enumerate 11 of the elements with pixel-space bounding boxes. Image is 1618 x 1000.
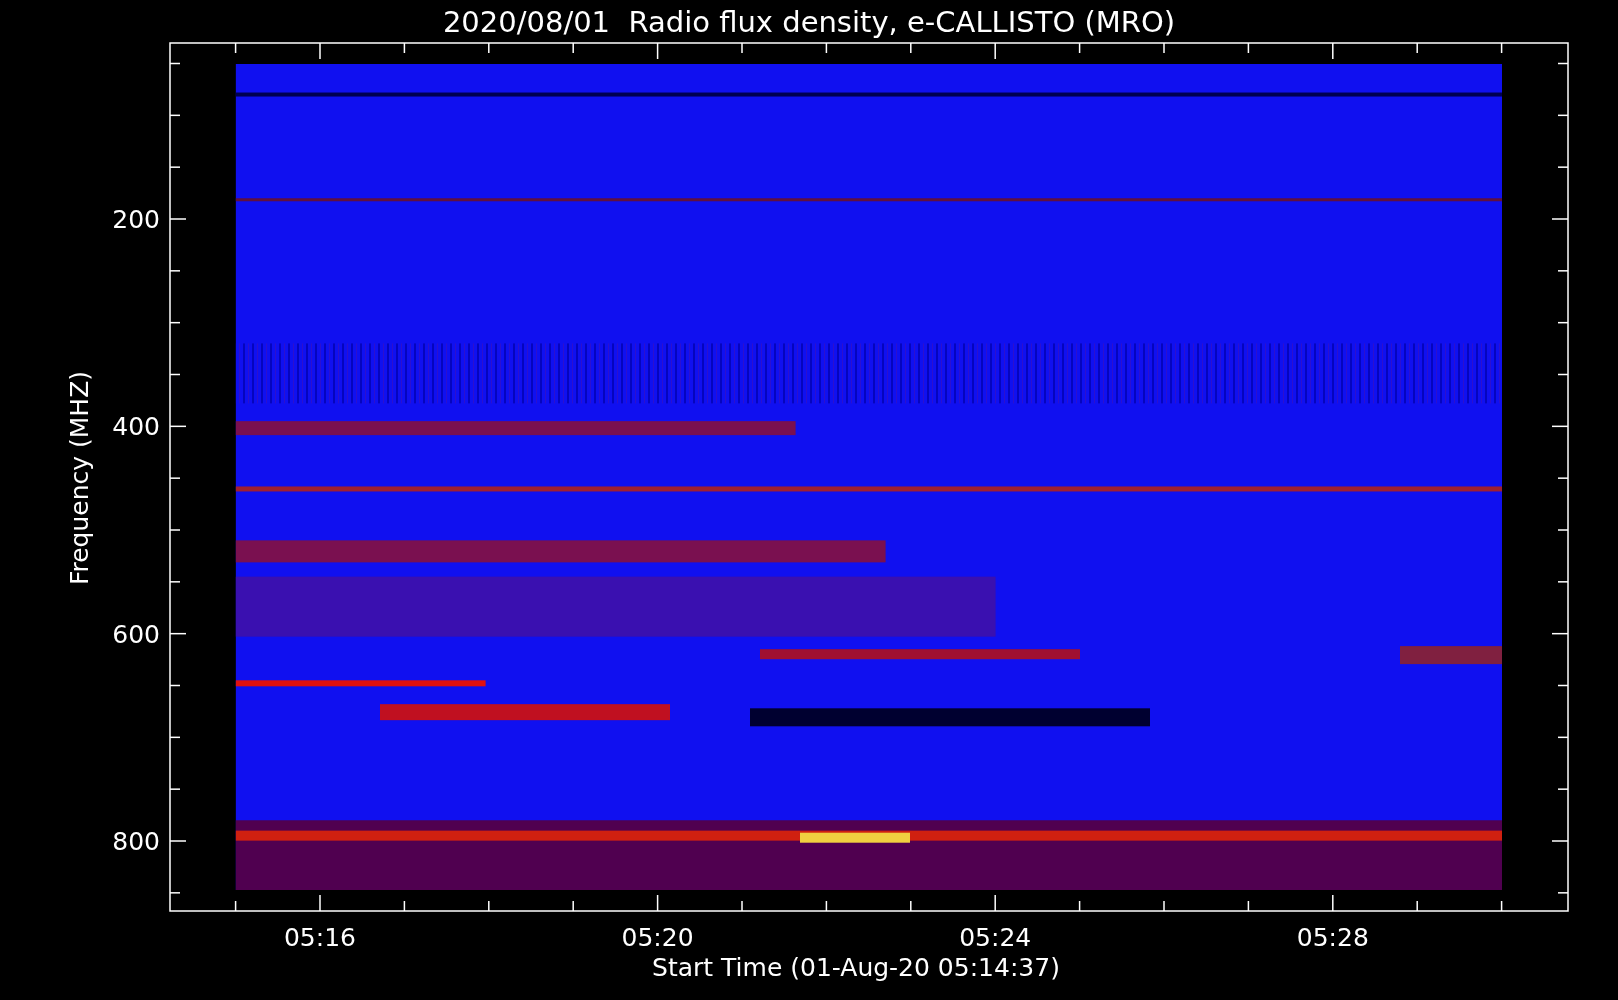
- x-tick-label: 05:16: [284, 923, 356, 952]
- y-tick-label: 200: [112, 205, 160, 234]
- y-axis-label: Frequency (MHZ): [65, 370, 94, 586]
- y-tick-label: 400: [112, 412, 160, 442]
- x-tick-label: 05:24: [959, 923, 1032, 952]
- y-tick-label: 600: [112, 619, 160, 649]
- chart-title: 2020/08/01 Radio flux density, e-CALLISTO (MRO): [442, 5, 1176, 39]
- x-tick-label: 05:28: [1296, 923, 1369, 952]
- y-tick-label: 800: [112, 827, 160, 856]
- x-axis-label: Start Time (01-Aug-20 05:14:37): [652, 953, 1060, 982]
- x-tick-label: 05:20: [621, 923, 694, 952]
